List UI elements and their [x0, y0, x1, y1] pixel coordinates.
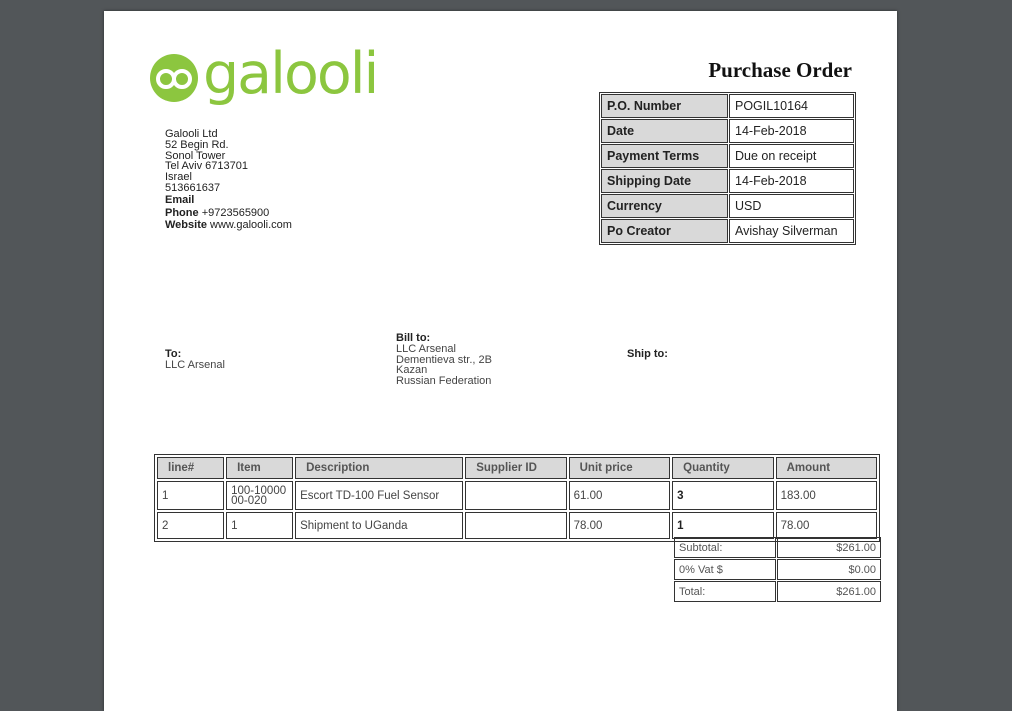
item-code-line: 100-10000 [231, 484, 287, 497]
po-meta-table: P.O. Number POGIL10164 Date 14-Feb-2018 … [599, 92, 856, 245]
meta-label: Po Creator [601, 219, 728, 243]
table-header-row: line# Item Description Supplier ID Unit … [157, 457, 877, 479]
meta-row: Payment Terms Due on receipt [601, 144, 854, 168]
cell-unit-price: 78.00 [568, 512, 671, 539]
subtotal-value: $261.00 [777, 537, 881, 558]
cell-description: Escort TD-100 Fuel Sensor [295, 481, 464, 510]
company-logo: galooli [149, 44, 379, 114]
logo-wordmark: galooli [203, 41, 379, 107]
meta-label: P.O. Number [601, 94, 728, 118]
meta-label: Payment Terms [601, 144, 728, 168]
cell-amount: 183.00 [775, 481, 877, 510]
meta-row: Po Creator Avishay Silverman [601, 219, 854, 243]
cell-line: 2 [157, 512, 225, 539]
cell-amount: 78.00 [775, 512, 877, 539]
column-header: Quantity [672, 457, 774, 479]
meta-value: 14-Feb-2018 [729, 119, 854, 143]
table-row: 1 100-10000 00-020 Escort TD-100 Fuel Se… [157, 481, 877, 510]
vat-label: 0% Vat $ [674, 559, 776, 580]
meta-value: Due on receipt [729, 144, 854, 168]
column-header: Description [295, 457, 464, 479]
company-reg-number: 513661637 [165, 181, 221, 194]
bill-to-line: Russian Federation [396, 375, 492, 388]
meta-row: Shipping Date 14-Feb-2018 [601, 169, 854, 193]
column-header: Amount [775, 457, 877, 479]
meta-value: 14-Feb-2018 [729, 169, 854, 193]
company-website: Website www.galooli.com [165, 218, 292, 231]
company-info: Galooli Ltd 52 Begin Rd. Sonol Tower Tel… [165, 129, 292, 231]
meta-row: P.O. Number POGIL10164 [601, 94, 854, 118]
document-page: galooli Galooli Ltd 52 Begin Rd. Sonol T… [104, 11, 897, 711]
cell-item: 100-10000 00-020 [226, 481, 294, 510]
meta-row: Currency USD [601, 194, 854, 218]
bill-to-line: LLC Arsenal [396, 342, 456, 355]
column-header: Supplier ID [465, 457, 567, 479]
subtotal-label: Subtotal: [674, 537, 776, 558]
vat-value: $0.00 [777, 559, 881, 580]
cell-unit-price: 61.00 [568, 481, 671, 510]
meta-value: Avishay Silverman [729, 219, 854, 243]
meta-row: Date 14-Feb-2018 [601, 119, 854, 143]
meta-value: USD [729, 194, 854, 218]
email-label: Email [165, 194, 195, 207]
document-title: Purchase Order [708, 58, 852, 82]
cell-description: Shipment to UGanda [295, 512, 464, 539]
column-header: line# [157, 457, 225, 479]
totals-table: Subtotal: $261.00 0% Vat $ $0.00 Total: … [673, 536, 882, 603]
logo-mark-icon [150, 54, 198, 102]
totals-row: 0% Vat $ $0.00 [674, 559, 881, 580]
phone-label: Phone [165, 206, 199, 219]
company-address-line: 52 Begin Rd. [165, 138, 229, 151]
bill-to-address: Bill to: LLC Arsenal Dementieva str., 2B… [396, 333, 492, 387]
website-label: Website [165, 218, 207, 231]
to-name: LLC Arsenal [165, 358, 225, 371]
meta-label: Currency [601, 194, 728, 218]
website-value: www.galooli.com [210, 218, 292, 231]
meta-value: POGIL10164 [729, 94, 854, 118]
table-row: 2 1 Shipment to UGanda 78.00 1 78.00 [157, 512, 877, 539]
meta-label: Date [601, 119, 728, 143]
totals-row: Total: $261.00 [674, 581, 881, 602]
line-items-table: line# Item Description Supplier ID Unit … [154, 454, 880, 542]
total-value: $261.00 [777, 581, 881, 602]
ship-to-label: Ship to: [627, 348, 668, 360]
cell-supplier-id [465, 481, 567, 510]
totals-row: Subtotal: $261.00 [674, 537, 881, 558]
column-header: Item [226, 457, 294, 479]
phone-value: +9723565900 [201, 206, 270, 219]
ship-to-address: Ship to: [627, 349, 668, 360]
company-phone: Phone +9723565900 [165, 206, 292, 219]
item-code-line: 00-020 [231, 494, 267, 507]
cell-quantity: 1 [672, 512, 774, 539]
cell-supplier-id [465, 512, 567, 539]
total-label: Total: [674, 581, 776, 602]
cell-line: 1 [157, 481, 225, 510]
to-address: To: LLC Arsenal [165, 349, 225, 371]
cell-quantity: 3 [672, 481, 774, 510]
meta-label: Shipping Date [601, 169, 728, 193]
column-header: Unit price [568, 457, 671, 479]
cell-item: 1 [226, 512, 294, 539]
